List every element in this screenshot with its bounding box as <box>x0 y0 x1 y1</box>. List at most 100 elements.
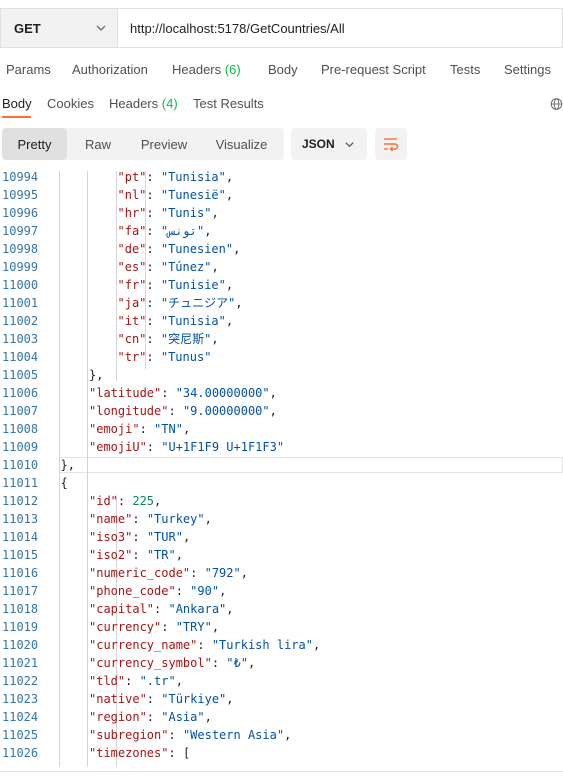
code-line: 11020 "currency_name": "Turkish lira", <box>0 636 563 654</box>
code-text: "name": "Turkey", <box>89 512 212 526</box>
line-number: 11022 <box>2 674 39 688</box>
line-number: 11020 <box>2 638 39 652</box>
code-text: "iso2": "TR", <box>89 548 183 562</box>
code-line: 11006 "latitude": "34.00000000", <box>0 384 563 402</box>
code-line: 11005}, <box>0 366 563 384</box>
code-line: 10999 "es": "Túnez", <box>0 258 563 276</box>
format-toggle-group: Pretty Raw Preview Visualize <box>2 128 284 160</box>
tab-pre-request-script[interactable]: Pre-request Script <box>321 62 426 77</box>
url-input[interactable]: http://localhost:5178/GetCountries/All <box>117 8 563 48</box>
line-number: 10996 <box>2 206 39 220</box>
code-text: "capital": "Ankara", <box>89 602 234 616</box>
format-preview[interactable]: Preview <box>129 128 199 160</box>
tab-label: Settings <box>504 62 551 77</box>
language-label: JSON <box>302 137 335 151</box>
code-line: 11000 "fr": "Tunisie", <box>0 276 563 294</box>
tab-settings[interactable]: Settings <box>504 62 551 77</box>
code-text: "de": "Tunesien", <box>117 242 241 256</box>
code-line: 11014 "iso3": "TUR", <box>0 528 563 546</box>
wrap-lines-icon <box>384 138 399 152</box>
tab-authorization[interactable]: Authorization <box>72 62 148 77</box>
line-number: 11010 <box>2 458 39 472</box>
globe-icon[interactable] <box>550 96 563 112</box>
active-tab-indicator <box>2 116 31 118</box>
tab-params[interactable]: Params <box>6 62 51 77</box>
method-select[interactable]: GET <box>0 8 117 48</box>
code-text: "timezones": [ <box>89 746 191 760</box>
code-line: 11022 "tld": ".tr", <box>0 672 563 690</box>
tab-cookies[interactable]: Cookies <box>47 96 94 111</box>
code-text: "subregion": "Western Asia", <box>89 728 292 742</box>
code-text: "es": "Túnez", <box>117 260 219 274</box>
line-number: 11003 <box>2 332 39 346</box>
tab-response-body[interactable]: Body <box>2 96 32 111</box>
code-line: 11026 "timezones": [ <box>0 744 563 762</box>
line-number: 11002 <box>2 314 39 328</box>
line-number: 11014 <box>2 530 39 544</box>
response-headers-count: (4) <box>161 96 178 111</box>
line-number: 10994 <box>2 171 39 184</box>
line-number: 11023 <box>2 692 39 706</box>
method-label: GET <box>14 20 41 36</box>
headers-count: (6) <box>224 62 241 77</box>
language-select[interactable]: JSON <box>291 128 367 160</box>
code-line: 10998 "de": "Tunesien", <box>0 240 563 258</box>
line-number: 11008 <box>2 422 39 436</box>
code-line: 11019 "currency": "TRY", <box>0 618 563 636</box>
code-text: "latitude": "34.00000000", <box>89 386 277 400</box>
line-number: 11021 <box>2 656 39 670</box>
tab-test-results[interactable]: Test Results <box>193 96 264 111</box>
line-number: 11026 <box>2 746 39 760</box>
wrap-lines-button[interactable] <box>375 128 407 160</box>
code-line: 10995 "nl": "Tunesië", <box>0 186 563 204</box>
tab-response-headers[interactable]: Headers (4) <box>109 96 178 111</box>
code-text: "pt": "Tunisia", <box>117 171 234 184</box>
format-pretty[interactable]: Pretty <box>2 128 67 160</box>
line-number: 10998 <box>2 242 39 256</box>
tab-body[interactable]: Body <box>268 62 298 77</box>
code-line: 11002 "it": "Tunisia", <box>0 312 563 330</box>
code-line: 11004 "tr": "Tunus" <box>0 348 563 366</box>
line-number: 11017 <box>2 584 39 598</box>
code-line: 10997 "fa": "تونس", <box>0 222 563 240</box>
line-number: 10997 <box>2 224 39 238</box>
line-number: 11009 <box>2 440 39 454</box>
response-body-editor[interactable]: 10994 "pt": "Tunisia", 10995 "nl": "Tunesië… <box>0 171 563 767</box>
code-line: 11009 "emojiU": "U+1F1F9 U+1F1F3" <box>0 438 563 456</box>
code-line: 10996 "hr": "Tunis", <box>0 204 563 222</box>
code-text: "native": "Türkiye", <box>89 692 234 706</box>
line-number: 11013 <box>2 512 39 526</box>
code-text: "emojiU": "U+1F1F9 U+1F1F3" <box>89 440 285 454</box>
line-number: 11007 <box>2 404 39 418</box>
request-bar: GET http://localhost:5178/GetCountries/A… <box>0 8 563 48</box>
code-text: "region": "Asia", <box>89 710 212 724</box>
format-raw[interactable]: Raw <box>67 128 129 160</box>
tab-label: Tests <box>450 62 481 77</box>
code-text: "fa": "تونس", <box>117 224 212 238</box>
code-line: 11010}, <box>0 456 563 474</box>
code-text: { <box>60 476 68 490</box>
tab-tests[interactable]: Tests <box>450 62 480 77</box>
code-line: 11013 "name": "Turkey", <box>0 510 563 528</box>
code-line: 11007 "longitude": "9.00000000", <box>0 402 563 420</box>
line-number: 11011 <box>2 476 39 490</box>
line-number: 10999 <box>2 260 39 274</box>
code-text: "fr": "Tunisie", <box>117 278 234 292</box>
code-line: 11012 "id": 225, <box>0 492 563 510</box>
code-line: 11023 "native": "Türkiye", <box>0 690 563 708</box>
code-text: "longitude": "9.00000000", <box>89 404 277 418</box>
code-text: "tr": "Tunus" <box>117 350 212 364</box>
code-line: 11003 "cn": "突尼斯", <box>0 330 563 348</box>
code-text: "emoji": "TN", <box>89 422 191 436</box>
code-line: 11017 "phone_code": "90", <box>0 582 563 600</box>
code-line: 11021 "currency_symbol": "₺", <box>0 654 563 672</box>
format-visualize[interactable]: Visualize <box>199 128 284 160</box>
tab-headers[interactable]: Headers (6) <box>172 62 241 77</box>
divider <box>0 771 563 772</box>
code-text: "nl": "Tunesië", <box>117 188 234 202</box>
line-number: 11025 <box>2 728 39 742</box>
line-number: 11018 <box>2 602 39 616</box>
code-text: "currency": "TRY", <box>89 620 220 634</box>
code-text: "phone_code": "90", <box>89 584 227 598</box>
code-text: "hr": "Tunis", <box>117 206 219 220</box>
